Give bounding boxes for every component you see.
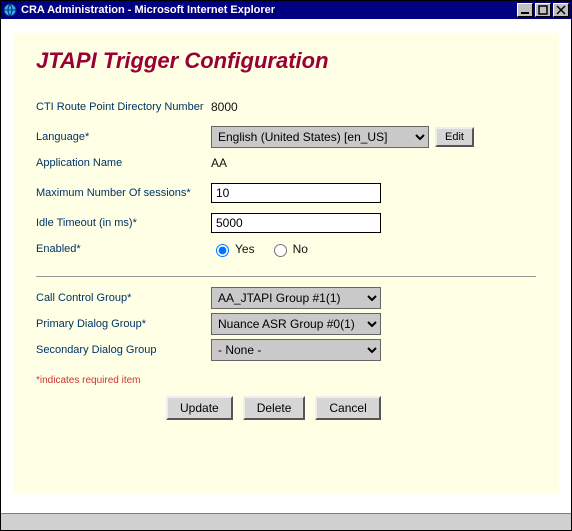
browser-window: CRA Administration - Microsoft Internet … <box>0 0 572 531</box>
cancel-button[interactable]: Cancel <box>315 396 380 420</box>
enabled-yes-radio[interactable] <box>216 244 229 257</box>
call-control-label: Call Control Group* <box>36 291 211 305</box>
divider <box>36 276 536 277</box>
action-buttons: Update Delete Cancel <box>166 396 536 420</box>
cti-route-value: 8000 <box>211 100 536 114</box>
enabled-no-radio[interactable] <box>274 244 287 257</box>
maximize-button[interactable] <box>535 3 551 17</box>
secondary-dialog-select[interactable]: - None - <box>211 339 381 361</box>
ie-icon <box>3 3 17 17</box>
secondary-dialog-label: Secondary Dialog Group <box>36 343 211 357</box>
required-note: *indicates required item <box>36 375 536 386</box>
edit-button[interactable]: Edit <box>435 127 474 147</box>
app-name-label: Application Name <box>36 156 211 170</box>
enabled-no-option[interactable]: No <box>269 241 308 257</box>
cti-route-label: CTI Route Point Directory Number <box>36 100 211 114</box>
page-title: JTAPI Trigger Configuration <box>36 48 536 74</box>
status-bar <box>1 513 571 530</box>
idle-timeout-label: Idle Timeout (in ms)* <box>36 216 211 230</box>
language-label: Language* <box>36 130 211 144</box>
primary-dialog-label: Primary Dialog Group* <box>36 317 211 331</box>
update-button[interactable]: Update <box>166 396 233 420</box>
enabled-label: Enabled* <box>36 242 211 256</box>
idle-timeout-input[interactable] <box>211 213 381 233</box>
titlebar: CRA Administration - Microsoft Internet … <box>1 1 571 19</box>
close-button[interactable] <box>553 3 569 17</box>
primary-dialog-select[interactable]: Nuance ASR Group #0(1) <box>211 313 381 335</box>
minimize-button[interactable] <box>517 3 533 17</box>
page-content: JTAPI Trigger Configuration CTI Route Po… <box>13 33 559 493</box>
delete-button[interactable]: Delete <box>243 396 306 420</box>
enabled-yes-option[interactable]: Yes <box>211 241 255 257</box>
call-control-select[interactable]: AA_JTAPI Group #1(1) <box>211 287 381 309</box>
enabled-radio-group: Yes No <box>211 241 308 257</box>
max-sessions-input[interactable] <box>211 183 381 203</box>
language-select[interactable]: English (United States) [en_US] <box>211 126 429 148</box>
client-area: JTAPI Trigger Configuration CTI Route Po… <box>1 19 571 513</box>
max-sessions-label: Maximum Number Of sessions* <box>36 186 211 200</box>
window-title: CRA Administration - Microsoft Internet … <box>21 4 517 16</box>
app-name-value: AA <box>211 156 536 170</box>
